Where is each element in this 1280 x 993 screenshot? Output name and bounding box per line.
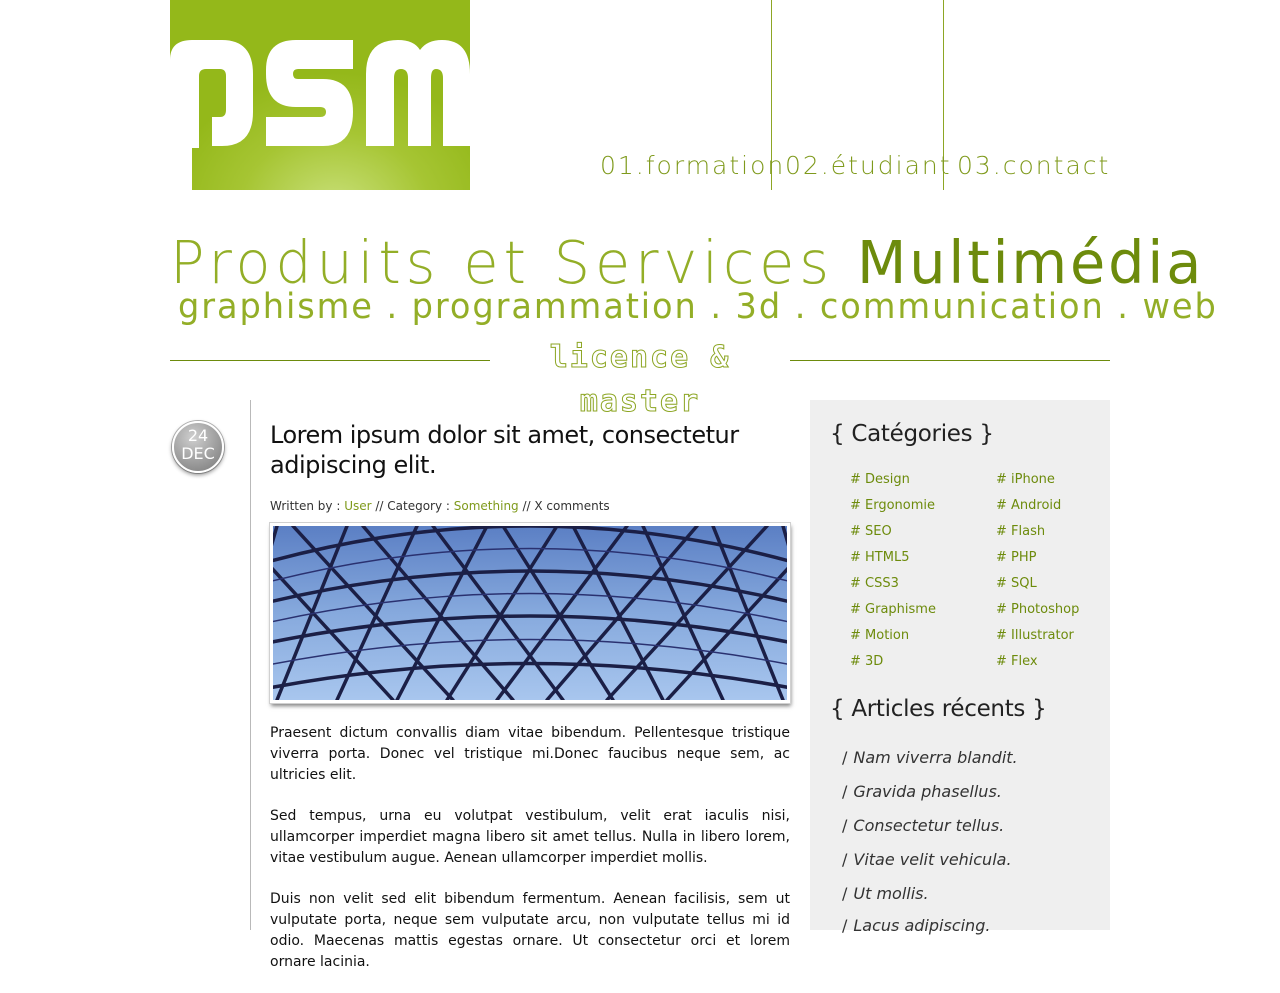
post-image — [270, 523, 790, 703]
licence-master-badge: licence & master — [549, 340, 731, 420]
recent-article-title: Gravida phasellus. — [853, 782, 1002, 801]
category-link-flex[interactable]: # Flex — [996, 654, 1038, 670]
recent-article-link[interactable]: / Consectetur tellus. — [842, 816, 1004, 836]
content-divider — [250, 400, 251, 930]
slash-marker: / — [842, 748, 848, 767]
category-link-seo[interactable]: # SEO — [850, 524, 892, 540]
slash-marker: / — [842, 782, 848, 801]
recent-article-link[interactable]: / Lacus adipiscing. — [842, 916, 990, 936]
slash-marker: / — [842, 850, 848, 869]
recent-article-link[interactable]: / Nam viverra blandit. — [842, 748, 1018, 768]
post-date-day: 24 — [187, 426, 209, 445]
recent-article-link[interactable]: / Vitae velit vehicula. — [842, 850, 1012, 870]
post-paragraph: Duis non velit sed elit bibendum ferment… — [270, 891, 790, 970]
category-link-css3[interactable]: # CSS3 — [850, 576, 899, 592]
post-paragraph: Sed tempus, urna eu volutpat vestibulum,… — [270, 808, 790, 866]
post-date-badge: 24 DEC — [172, 421, 224, 473]
category-link-photoshop[interactable]: # Photoshop — [996, 602, 1079, 618]
recent-article-title: Consectetur tellus. — [853, 816, 1005, 835]
glass-roof-image — [273, 526, 787, 700]
meta-category-label: // Category : — [371, 499, 454, 513]
category-link[interactable]: Something — [454, 499, 519, 513]
category-link-motion[interactable]: # Motion — [850, 628, 909, 644]
recent-article-title: Vitae velit vehicula. — [853, 850, 1012, 869]
post-body: Praesent dictum convallis diam vitae bib… — [270, 723, 790, 993]
category-link-illustrator[interactable]: # Illustrator — [996, 628, 1074, 644]
category-link-html5[interactable]: # HTML5 — [850, 550, 909, 566]
category-link-android[interactable]: # Android — [996, 498, 1061, 514]
divider-left — [170, 360, 490, 361]
category-link-sql[interactable]: # SQL — [996, 576, 1037, 592]
recent-article-title: Ut mollis. — [853, 884, 929, 903]
category-link-php[interactable]: # PHP — [996, 550, 1036, 566]
post-meta: Written by : User // Category : Somethin… — [270, 498, 790, 514]
categories-heading: { Catégories } — [830, 421, 994, 447]
psm-logo-mark — [170, 40, 470, 148]
nav-item-contact[interactable]: 03.contact — [957, 150, 1110, 182]
category-link-3d[interactable]: # 3D — [850, 654, 883, 670]
meta-comments: // X comments — [518, 499, 610, 513]
author-link[interactable]: User — [344, 499, 371, 513]
post-paragraph: Praesent dictum convallis diam vitae bib… — [270, 725, 790, 783]
post-title[interactable]: Lorem ipsum dolor sit amet, consectetur … — [270, 420, 790, 480]
slash-marker: / — [842, 884, 848, 903]
slash-marker: / — [842, 916, 848, 935]
category-link-graphisme[interactable]: # Graphisme — [850, 602, 936, 618]
divider-right — [790, 360, 1110, 361]
post-date-month: DEC — [181, 444, 215, 463]
site-subtitle: graphisme . programmation . 3d . communi… — [178, 287, 1218, 327]
slash-marker: / — [842, 816, 848, 835]
recent-article-link[interactable]: / Gravida phasellus. — [842, 782, 1002, 802]
category-link-ergonomie[interactable]: # Ergonomie — [850, 498, 935, 514]
psm-logo[interactable] — [170, 0, 470, 190]
recent-articles-heading: { Articles récents } — [830, 696, 1047, 722]
category-link-flash[interactable]: # Flash — [996, 524, 1045, 540]
nav-item-formation[interactable]: 01.formation — [600, 150, 785, 182]
recent-article-title: Lacus adipiscing. — [853, 916, 991, 935]
meta-written-by-label: Written by : — [270, 499, 345, 513]
recent-article-title: Nam viverra blandit. — [853, 748, 1018, 767]
logo-notch — [170, 148, 192, 190]
category-link-iphone[interactable]: # iPhone — [996, 472, 1055, 488]
category-link-design[interactable]: # Design — [850, 472, 910, 488]
recent-article-link[interactable]: / Ut mollis. — [842, 884, 929, 904]
sidebar: { Catégories } # Design # Ergonomie # SE… — [810, 400, 1110, 935]
nav-item-etudiant[interactable]: 02.étudiant — [785, 150, 952, 182]
